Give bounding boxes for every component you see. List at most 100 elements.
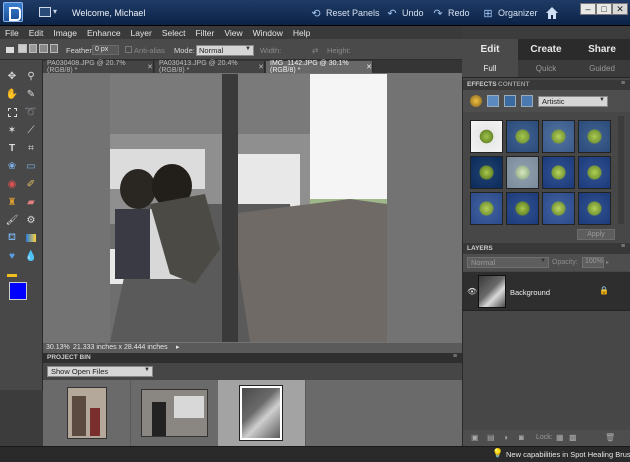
reset-panels-button[interactable]: ⟲ Reset Panels — [310, 6, 379, 20]
swap-icon[interactable]: ⇄ — [312, 46, 318, 55]
lasso-tool-icon[interactable]: ➰ — [25, 106, 37, 118]
effect-thumbnail[interactable] — [542, 192, 575, 225]
red-eye-tool-icon[interactable]: ◉ — [6, 178, 18, 190]
effect-thumbnail[interactable] — [578, 156, 611, 189]
effect-thumbnail[interactable] — [506, 120, 539, 153]
blur-tool-icon[interactable]: 💧 — [25, 250, 37, 262]
zoom-tool-icon[interactable]: ⚲ — [25, 70, 37, 82]
menu-window[interactable]: Window — [248, 28, 288, 38]
tab-share[interactable]: Share — [574, 39, 630, 60]
menu-select[interactable]: Select — [157, 28, 191, 38]
panel-menu-icon[interactable]: ≡ — [453, 353, 457, 360]
menu-file[interactable]: File — [0, 28, 24, 38]
intersect-selection-icon[interactable] — [49, 44, 58, 53]
cookie-cutter-tool-icon[interactable]: ❀ — [6, 160, 18, 172]
subtract-selection-icon[interactable] — [39, 44, 48, 53]
sponge-tool-icon[interactable]: ▬ — [6, 268, 18, 280]
zoom-level[interactable]: 30.13% — [46, 344, 70, 351]
bin-thumbnail-pa030413[interactable] — [131, 380, 219, 446]
show-files-select[interactable]: Show Open Files ▼ — [47, 366, 153, 377]
effects-category-select[interactable]: Artistic ▼ — [538, 96, 608, 107]
brush-tool-icon[interactable]: 🖌 — [6, 214, 19, 226]
move-tool-icon[interactable]: ✥ — [6, 70, 18, 82]
lock-all-icon[interactable]: ▩ — [569, 433, 577, 442]
show-all-icon[interactable] — [521, 95, 533, 107]
filters-icon[interactable] — [470, 95, 482, 107]
organizer-button[interactable]: ⊞ Organizer — [482, 6, 537, 20]
doc-tab-img1142[interactable]: IMG_1142.JPG @ 30.1% (RGB/8) * ✕ — [266, 60, 373, 74]
straighten-tool-icon[interactable]: ▭ — [25, 160, 37, 172]
effect-thumbnail[interactable] — [470, 156, 503, 189]
magic-wand-tool-icon[interactable]: ✶ — [6, 124, 18, 136]
tab-edit[interactable]: Edit — [462, 39, 518, 60]
new-layer-icon[interactable]: ▣ — [471, 433, 479, 442]
effects-scrollbar[interactable] — [618, 116, 624, 224]
selection-mode-buttons[interactable] — [18, 44, 58, 56]
marquee-tool-icon[interactable] — [6, 106, 18, 118]
layer-mask-icon[interactable]: ◙ — [519, 433, 524, 442]
workspace-icon[interactable] — [39, 7, 51, 17]
effect-thumbnail[interactable] — [542, 120, 575, 153]
new-group-icon[interactable]: ▤ — [487, 433, 495, 442]
photo-effects-icon[interactable] — [504, 95, 516, 107]
adjustment-layer-icon[interactable]: ◑ — [503, 433, 508, 442]
effect-thumbnail[interactable] — [578, 120, 611, 153]
gradient-tool-icon[interactable] — [25, 232, 37, 244]
marquee-preset-icon[interactable] — [4, 44, 16, 56]
menu-help[interactable]: Help — [288, 28, 315, 38]
crop-tool-icon[interactable]: ⌗ — [25, 142, 37, 154]
layer-row-background[interactable]: 👁 Background 🔒 — [463, 272, 630, 311]
lock-transparent-icon[interactable]: ▦ — [556, 433, 564, 442]
tab-content[interactable]: CONTENT — [498, 81, 529, 88]
minimize-button[interactable]: – — [580, 3, 596, 15]
doc-tab-pa030408[interactable]: PA030408.JPG @ 20.7% (RGB/8) * ✕ — [43, 60, 154, 74]
visibility-eye-icon[interactable]: 👁 — [467, 287, 477, 296]
home-button[interactable] — [544, 5, 560, 21]
panel-menu-icon[interactable]: ≡ — [621, 243, 625, 250]
menu-enhance[interactable]: Enhance — [82, 28, 126, 38]
apply-button[interactable]: Apply — [577, 229, 615, 240]
close-button[interactable]: ✕ — [612, 3, 628, 15]
new-selection-icon[interactable] — [18, 44, 27, 53]
opacity-chevron-icon[interactable]: ▸ — [606, 259, 609, 266]
feather-input[interactable]: 0 px — [92, 45, 119, 55]
mode-select[interactable]: Normal ▼ — [196, 45, 254, 56]
hand-tool-icon[interactable]: ✋ — [6, 88, 18, 100]
tab-effects[interactable]: EFFECTS — [467, 81, 497, 88]
menu-edit[interactable]: Edit — [24, 28, 49, 38]
blend-mode-select[interactable]: Normal ▼ — [467, 257, 549, 268]
tab-full[interactable]: Full — [462, 60, 518, 77]
panel-menu-icon[interactable]: ≡ — [621, 80, 625, 87]
bin-thumbnail-img1142[interactable] — [218, 380, 306, 446]
quick-selection-tool-icon[interactable]: ⟋ — [25, 124, 37, 136]
clone-stamp-tool-icon[interactable]: ♜ — [6, 196, 18, 208]
doc-tab-pa030413[interactable]: PA030413.JPG @ 20.4% (RGB/8) * ✕ — [155, 60, 265, 74]
close-icon[interactable]: ✕ — [147, 63, 153, 71]
opacity-input[interactable]: 100% — [582, 257, 604, 268]
status-menu-arrow-icon[interactable]: ▸ — [176, 343, 180, 351]
effect-thumbnail[interactable] — [470, 192, 503, 225]
shape-tool-icon[interactable]: ♥ — [6, 250, 18, 262]
eraser-tool-icon[interactable]: ▰ — [25, 196, 37, 208]
status-message[interactable]: New capabilities in Spot Healing Brush.C… — [506, 450, 630, 459]
spot-healing-tool-icon[interactable]: ✐ — [25, 178, 37, 190]
bin-thumbnail-pa030408[interactable] — [43, 380, 131, 446]
effect-thumbnail[interactable] — [542, 156, 575, 189]
tab-create[interactable]: Create — [518, 39, 574, 60]
menu-image[interactable]: Image — [48, 28, 82, 38]
eyedropper-tool-icon[interactable]: ✎ — [25, 88, 37, 100]
menu-view[interactable]: View — [219, 28, 247, 38]
effect-thumbnail[interactable] — [506, 192, 539, 225]
document-image[interactable] — [110, 74, 387, 342]
foreground-color-swatch[interactable] — [9, 282, 27, 300]
type-tool-icon[interactable]: T — [6, 142, 18, 154]
tab-quick[interactable]: Quick — [518, 60, 574, 77]
paint-bucket-tool-icon[interactable]: ⛾ — [6, 232, 18, 244]
add-selection-icon[interactable] — [28, 44, 37, 53]
anti-alias-checkbox[interactable] — [125, 46, 132, 53]
redo-button[interactable]: ↷ Redo — [432, 6, 469, 20]
close-icon[interactable]: ✕ — [366, 63, 372, 71]
layer-styles-icon[interactable] — [487, 95, 499, 107]
workspace-chevron-icon[interactable]: ▾ — [53, 7, 57, 16]
undo-button[interactable]: ↶ Undo — [386, 6, 423, 20]
